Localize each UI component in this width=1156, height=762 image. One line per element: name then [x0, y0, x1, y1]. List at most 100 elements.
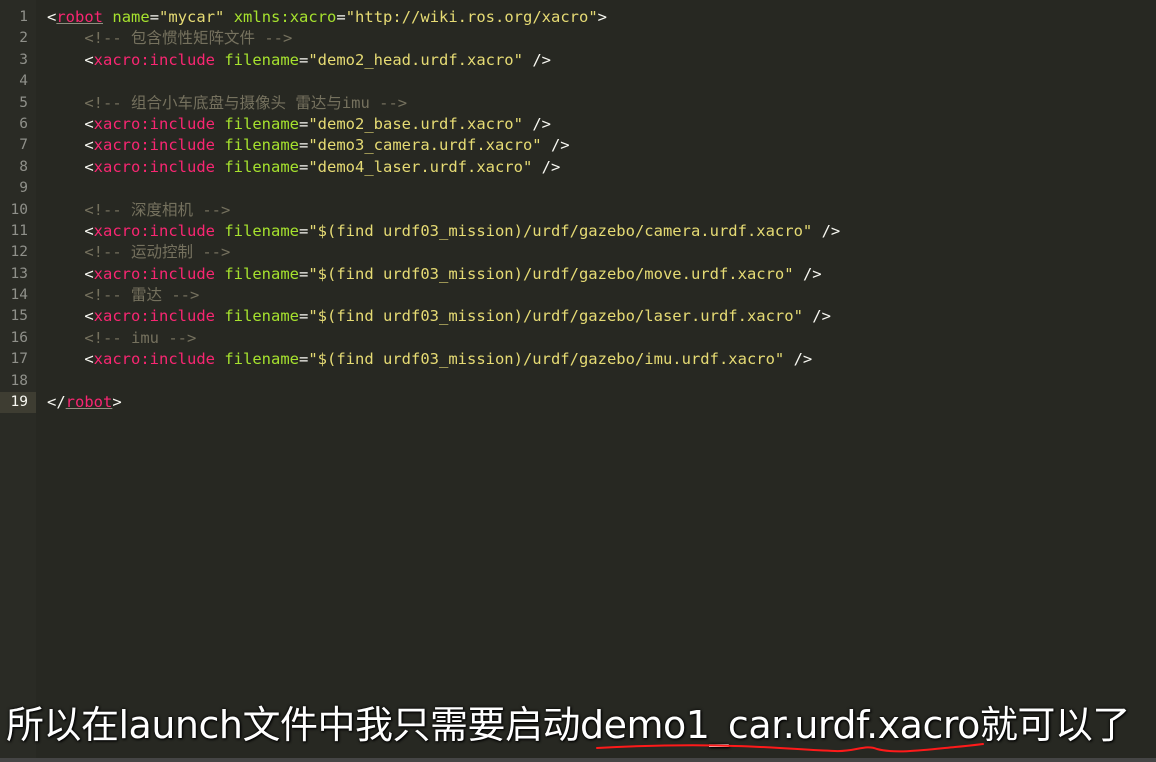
code-line[interactable]: 14 <!-- 雷达 --> [0, 285, 1156, 306]
code-token: = [299, 350, 309, 369]
line-number: 11 [10, 222, 28, 239]
code-line[interactable]: 17 <xacro:include filename="$(find urdf0… [0, 349, 1156, 370]
code-line[interactable]: 4 [0, 71, 1156, 92]
code-token: "http://wiki.ros.org/xacro" [345, 8, 598, 26]
code-line[interactable]: 8 <xacro:include filename="demo4_laser.u… [0, 157, 1156, 178]
code-line[interactable]: 15 <xacro:include filename="$(find urdf0… [0, 306, 1156, 327]
code-token: < [84, 114, 94, 133]
code-line[interactable]: 10 <!-- 深度相机 --> [0, 200, 1156, 221]
line-number: 12 [10, 244, 28, 261]
line-code: <!-- 运动控制 --> [47, 242, 230, 263]
code-token: xacro:include [93, 136, 215, 155]
code-line[interactable]: 9 [0, 178, 1156, 199]
code-line[interactable]: 13 <xacro:include filename="$(find urdf0… [0, 264, 1156, 285]
line-number: 13 [10, 265, 28, 282]
code-line[interactable]: 1 <robot name="mycar" xmlns:xacro="http:/… [0, 7, 1156, 28]
code-token: > [112, 393, 122, 412]
line-number: 8 [19, 158, 28, 175]
line-number: 5 [19, 94, 28, 111]
code-token: "$(find urdf03_mission)/urdf/gazebo/move… [308, 264, 794, 283]
code-token: /> [541, 136, 570, 155]
line-number: 18 [10, 372, 28, 389]
line-number: 2 [19, 30, 28, 47]
code-line[interactable]: 18 [0, 371, 1156, 392]
code-token: xacro:include [93, 307, 215, 326]
code-token: = [299, 114, 309, 133]
code-line[interactable]: 5 <!-- 组合小车底盘与摄像头 雷达与imu --> [0, 93, 1156, 114]
code-line[interactable]: 11 <xacro:include filename="$(find urdf0… [0, 221, 1156, 242]
code-line[interactable]: 19 </robot> [0, 392, 1156, 414]
code-token: xacro:include [93, 114, 215, 133]
line-code: <xacro:include filename="demo2_head.urdf… [47, 50, 551, 71]
line-code: <!-- 深度相机 --> [47, 200, 230, 221]
code-token: /> [802, 307, 831, 326]
subtitle-caption: 所以在launch文件中我只需要启动demo1_car.urdf.xacro就可… [0, 690, 1156, 762]
code-line[interactable]: 3 <xacro:include filename="demo2_head.ur… [0, 50, 1156, 71]
code-line[interactable]: 2 <!-- 包含惯性矩阵文件 --> [0, 28, 1156, 49]
code-line[interactable]: 6 <xacro:include filename="demo2_base.ur… [0, 114, 1156, 135]
line-number: 15 [10, 308, 28, 325]
code-token: xacro:include [93, 264, 215, 283]
code-token: robot [56, 8, 104, 26]
code-token: < [84, 221, 94, 240]
code-token: filename [224, 307, 299, 326]
code-token: robot [65, 393, 113, 412]
red-underline-annotation [596, 743, 984, 753]
line-code: <!-- 组合小车底盘与摄像头 雷达与imu --> [47, 93, 407, 114]
code-token: <!-- 雷达 --> [84, 286, 200, 305]
code-token: = [299, 50, 309, 69]
code-token: xacro:include [93, 221, 215, 240]
line-number: 3 [19, 51, 28, 68]
code-token: < [47, 8, 57, 26]
code-line[interactable]: 16 <!-- imu --> [0, 328, 1156, 349]
line-code: <!-- imu --> [47, 328, 196, 349]
code-token: filename [224, 136, 299, 155]
line-code: <xacro:include filename="$(find urdf03_m… [47, 221, 840, 242]
line-number: 9 [19, 180, 28, 197]
bottom-bar [0, 758, 1156, 762]
code-token: /> [784, 350, 813, 369]
line-number: 6 [19, 115, 28, 132]
code-line[interactable]: 7 <xacro:include filename="demo3_camera.… [0, 135, 1156, 156]
code-token: = [299, 136, 309, 155]
code-token: name [112, 8, 150, 26]
code-lines[interactable]: 1 <robot name="mycar" xmlns:xacro="http:/… [0, 7, 1156, 414]
code-token: = [149, 8, 160, 26]
line-code: <xacro:include filename="demo3_camera.ur… [47, 135, 570, 156]
code-token: > [597, 8, 608, 26]
line-number: 4 [19, 73, 28, 90]
code-token: = [299, 157, 309, 176]
line-code: <xacro:include filename="$(find urdf03_m… [47, 264, 821, 285]
line-code: <!-- 包含惯性矩阵文件 --> [47, 28, 292, 49]
line-number: 17 [10, 351, 28, 368]
line-code: <xacro:include filename="$(find urdf03_m… [47, 349, 812, 370]
code-token: "demo2_base.urdf.xacro" [308, 114, 523, 133]
code-token: /> [532, 157, 561, 176]
code-token: < [84, 350, 94, 369]
code-token: "$(find urdf03_mission)/urdf/gazebo/imu.… [308, 350, 785, 369]
code-token: < [84, 264, 94, 283]
code-token: "demo3_camera.urdf.xacro" [308, 136, 542, 155]
code-token: "demo2_head.urdf.xacro" [308, 50, 523, 69]
code-line[interactable]: 12 <!-- 运动控制 --> [0, 242, 1156, 263]
code-token: /> [522, 50, 551, 69]
code-token: = [299, 307, 309, 326]
code-editor[interactable]: 1 <robot name="mycar" xmlns:xacro="http:/… [0, 0, 1156, 762]
